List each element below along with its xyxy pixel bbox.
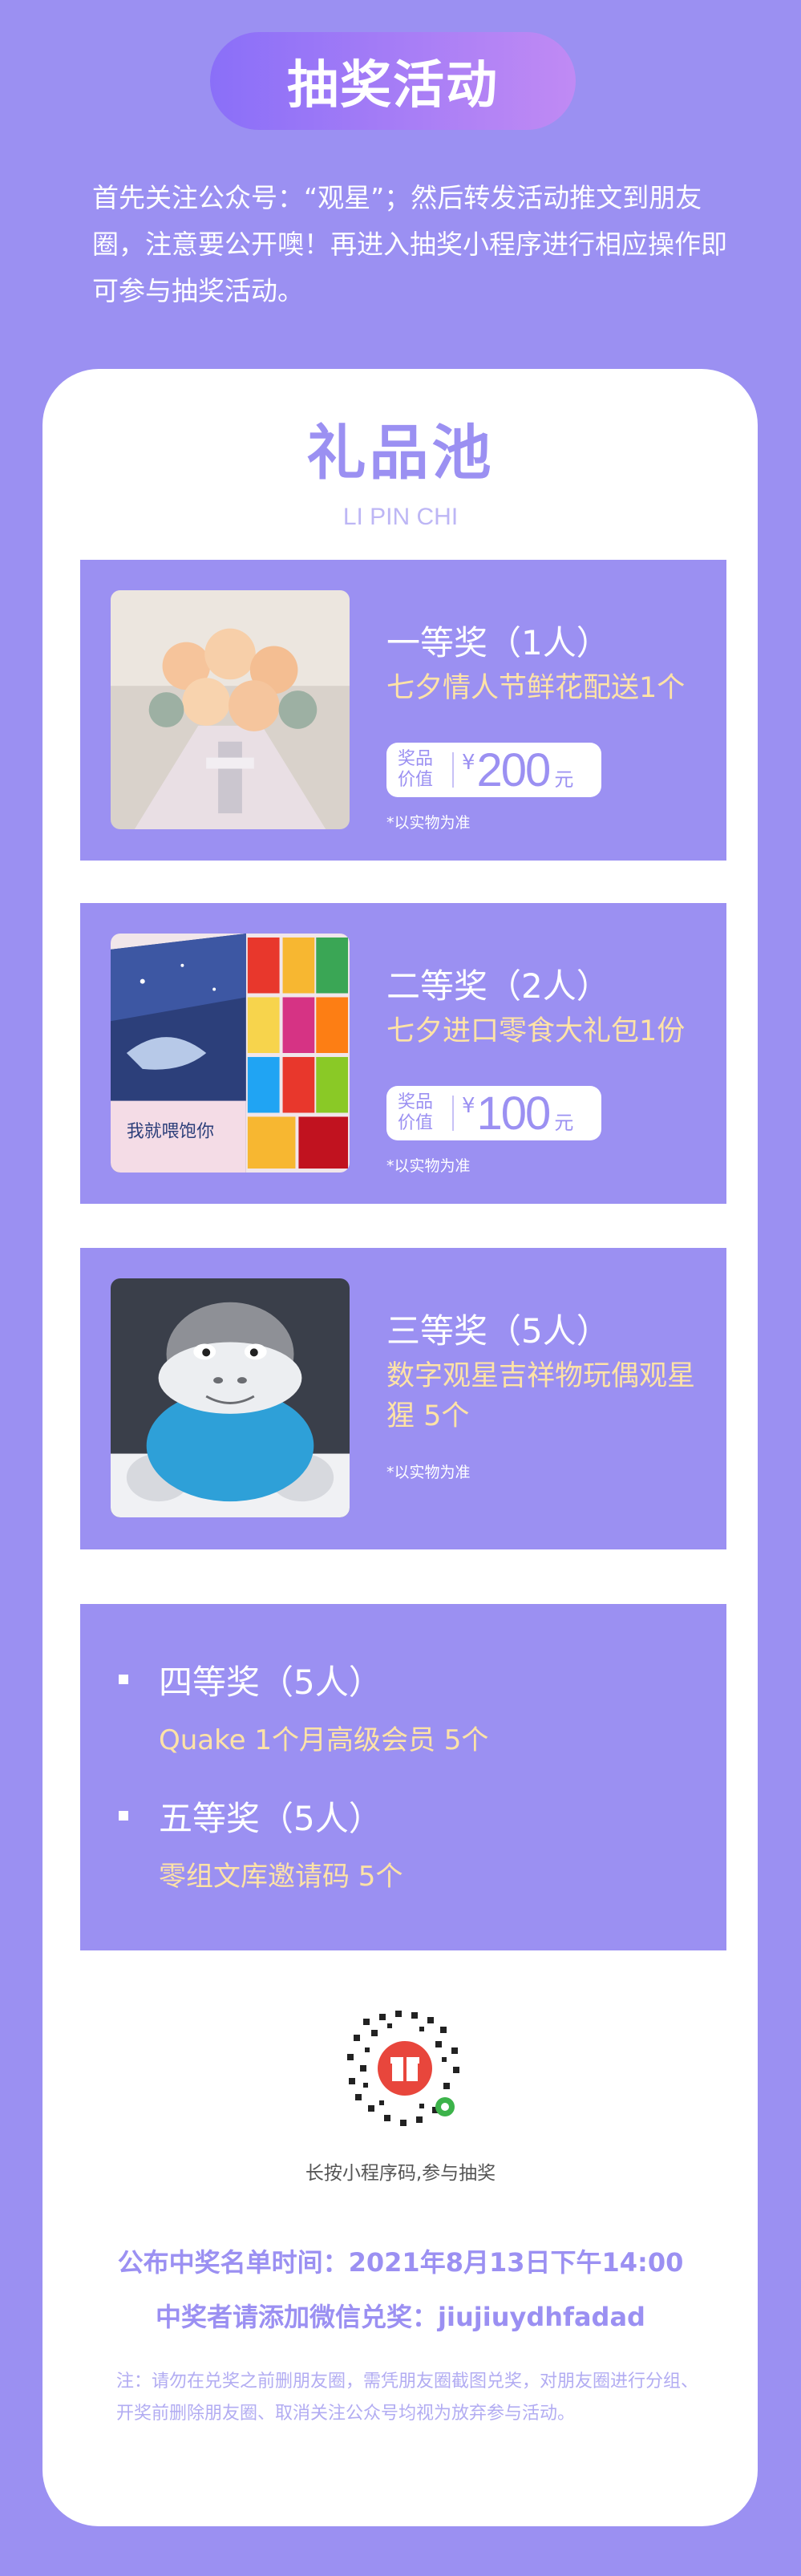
mini-program-qr-icon[interactable] bbox=[339, 2003, 471, 2134]
prize-value-label: 奖品价值 bbox=[398, 749, 434, 790]
prize-value-unit: 元 bbox=[554, 768, 574, 791]
contact-info: 中奖者请添加微信兑奖：jiujiuydhfadad bbox=[156, 2302, 645, 2332]
bullet-icon bbox=[119, 1675, 128, 1684]
bullet-icon bbox=[119, 1811, 128, 1821]
prize-title: 五等奖（5人） bbox=[159, 1799, 382, 1838]
prize-title: 一等奖（1人） bbox=[386, 623, 610, 662]
prize-note: *以实物为准 bbox=[386, 1157, 471, 1175]
prize-desc: Quake 1个月高级会员 5个 bbox=[159, 1724, 489, 1756]
prize-card-third: 三等奖（5人） 数字观星吉祥物玩偶观星猩 5个 *以实物为准 bbox=[80, 1248, 726, 1549]
gift-pool-subtitle: LI PIN CHI bbox=[342, 504, 459, 530]
prize-desc: 零组文库邀请码 5个 bbox=[159, 1861, 403, 1893]
prize-desc: 数字观星吉祥物玩偶观星猩 5个 bbox=[386, 1360, 696, 1432]
prize-title: 三等奖（5人） bbox=[386, 1311, 610, 1351]
prize-desc: 七夕进口零食大礼包1份 bbox=[386, 1015, 686, 1047]
prize-value: 100 bbox=[476, 1087, 552, 1140]
footnote: 注：请勿在兑奖之前删朋友圈，需凭朋友圈截图兑奖，对朋友圈进行分组、开奖前删除朋友… bbox=[116, 2371, 699, 2424]
prize-note: *以实物为准 bbox=[386, 814, 471, 832]
announce-time: 公布中奖名单时间：2021年8月13日下午14:00 bbox=[117, 2247, 684, 2278]
prize-value-unit: 元 bbox=[554, 1111, 574, 1134]
flower-bouquet-image bbox=[111, 590, 350, 829]
box-slogan-text: 我就喂饱你 bbox=[127, 1121, 214, 1141]
qr-caption: 长按小程序码,参与抽奖 bbox=[305, 2163, 496, 2184]
gift-pool-title: 礼品池 bbox=[306, 419, 495, 488]
prize-card-first: 一等奖（1人） 七夕情人节鲜花配送1个 奖品价值 ¥ 200 元 *以实物为准 bbox=[80, 560, 726, 861]
currency-symbol: ¥ bbox=[462, 1094, 475, 1118]
prize-value-badge: 奖品价值 ¥ 100 元 bbox=[386, 1086, 601, 1140]
prize-note: *以实物为准 bbox=[386, 1464, 471, 1481]
event-title-banner: 抽奖活动 bbox=[210, 32, 576, 130]
prize-card-second: 我就喂饱你 二等奖（2人） 七夕进口零食大礼包1份 奖品价值 ¥ 100 元 *… bbox=[80, 903, 726, 1204]
snack-gift-box-image: 我就喂饱你 bbox=[111, 934, 350, 1173]
prize-value-label: 奖品价值 bbox=[398, 1092, 434, 1133]
prize-value-badge: 奖品价值 ¥ 200 元 bbox=[386, 743, 601, 797]
prize-value: 200 bbox=[476, 743, 552, 796]
gorilla-plush-image bbox=[111, 1278, 350, 1517]
intro-text: 首先关注公众号：“观星”；然后转发活动推文到朋友圈，注意要公开噢！再进入抽奖小程… bbox=[92, 182, 727, 306]
minor-prizes-card: 四等奖（5人） Quake 1个月高级会员 5个 五等奖（5人） 零组文库邀请码… bbox=[80, 1604, 726, 1950]
prize-title: 四等奖（5人） bbox=[159, 1663, 382, 1702]
prize-title: 二等奖（2人） bbox=[386, 966, 610, 1006]
currency-symbol: ¥ bbox=[462, 751, 475, 775]
prize-desc: 七夕情人节鲜花配送1个 bbox=[386, 672, 686, 704]
